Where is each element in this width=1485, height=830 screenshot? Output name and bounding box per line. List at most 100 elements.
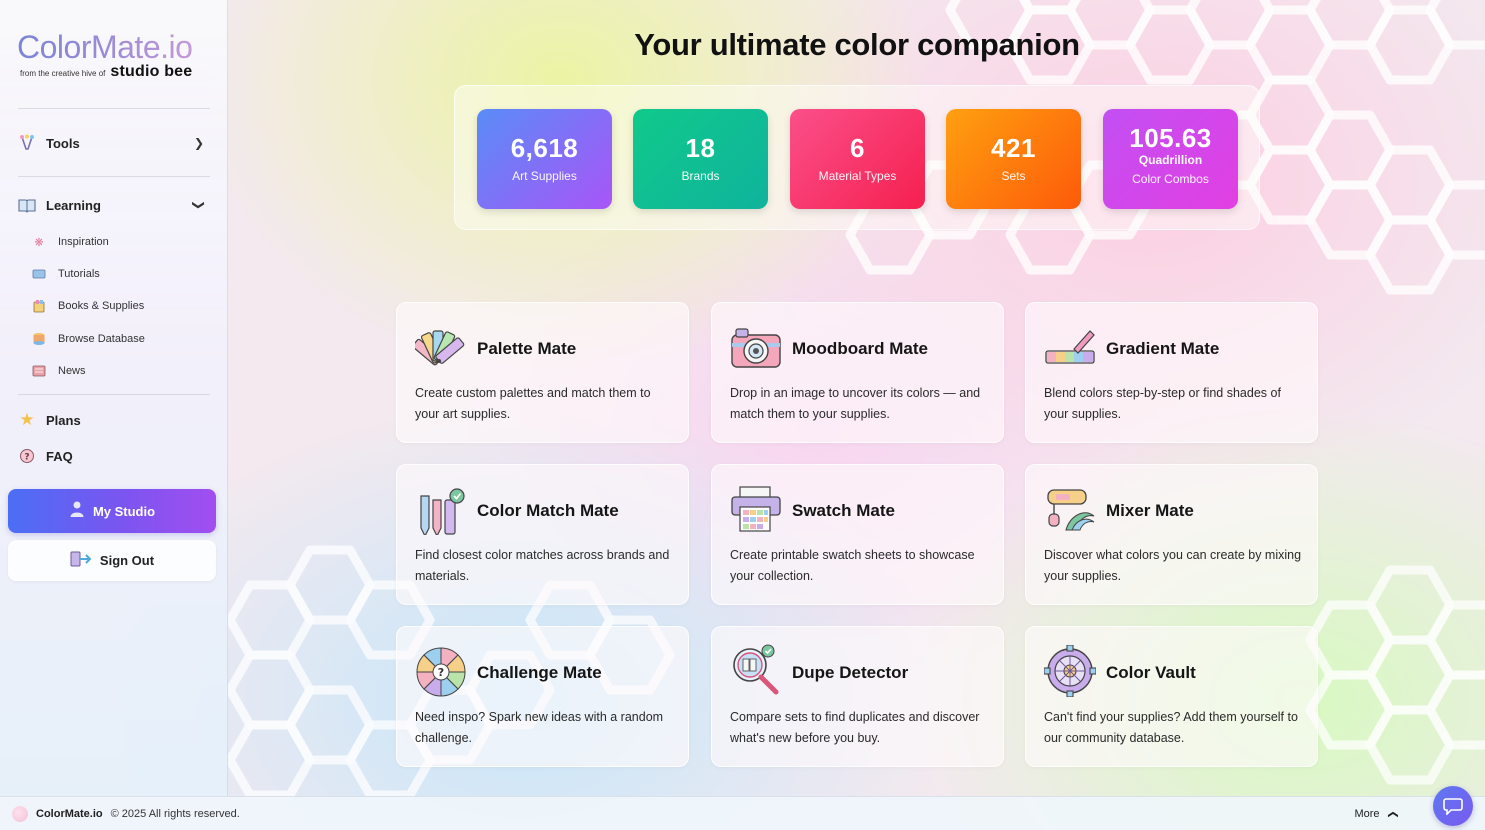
newspaper-icon xyxy=(32,364,46,378)
sidebar-item-tools[interactable]: Tools ❯ xyxy=(18,134,208,152)
sign-out-label: Sign Out xyxy=(99,553,155,568)
sidebar-subitem-news[interactable]: News xyxy=(32,364,86,378)
sidebar-subitem-label: News xyxy=(58,365,86,377)
stat-value: 421 xyxy=(991,133,1036,163)
user-icon xyxy=(69,500,85,522)
divider xyxy=(18,394,210,395)
card-title: Gradient Mate xyxy=(1106,339,1220,358)
camera-icon xyxy=(731,328,781,368)
open-book-icon xyxy=(18,196,36,214)
logo[interactable]: ColorMate.io from the creative hive of s… xyxy=(17,28,193,81)
card-description: Need inspo? Spark new ideas with a rando… xyxy=(415,710,664,745)
sign-out-icon xyxy=(70,551,92,571)
sidebar-subitem-books-supplies[interactable]: Books & Supplies xyxy=(32,299,144,313)
chat-button[interactable] xyxy=(1433,786,1473,826)
sign-out-button[interactable]: Sign Out xyxy=(8,540,216,581)
stat-color-combos: 105.63 Quadrillion Color Combos xyxy=(1103,109,1238,209)
logo-title: ColorMate.io xyxy=(17,29,193,65)
mixer-icon xyxy=(1047,489,1095,531)
stats-panel: 6,618 Art Supplies 18 Brands 6 Material … xyxy=(454,85,1260,230)
sidebar-item-label: FAQ xyxy=(46,448,73,464)
sidebar-item-learning[interactable]: Learning ❯ xyxy=(18,196,208,214)
card-mixer-mate[interactable]: Mixer Mate Discover what colors you can … xyxy=(1025,464,1318,605)
my-studio-label: My Studio xyxy=(92,503,156,519)
palette-fan-icon xyxy=(415,330,465,366)
card-description: Find closest color matches across brands… xyxy=(415,548,670,583)
database-icon xyxy=(32,332,46,346)
card-gradient-mate[interactable]: Gradient Mate Blend colors step-by-step … xyxy=(1025,302,1318,443)
stat-brands: 18 Brands xyxy=(633,109,768,209)
footer-more-label: More xyxy=(1354,807,1380,820)
stat-label: Brands xyxy=(681,169,720,183)
sidebar-item-label: Tools xyxy=(46,135,80,151)
stat-label: Sets xyxy=(1001,169,1026,183)
card-color-match-mate[interactable]: Color Match Mate Find closest color matc… xyxy=(396,464,689,605)
wheel-icon: ? xyxy=(416,647,466,697)
stat-value: 18 xyxy=(685,133,716,163)
footer-copyright: © 2025 All rights reserved. xyxy=(110,807,240,820)
divider xyxy=(18,108,210,109)
pencils-icon xyxy=(420,488,465,535)
chat-bubble-icon xyxy=(1443,798,1463,815)
card-title: Challenge Mate xyxy=(477,663,602,682)
brushes-icon xyxy=(18,134,36,152)
chevron-right-icon: ❯ xyxy=(193,136,204,150)
stat-sets: 421 Sets xyxy=(946,109,1081,209)
card-title: Swatch Mate xyxy=(792,501,895,520)
card-swatch-mate[interactable]: Swatch Mate Create printable swatch shee… xyxy=(711,464,1004,605)
question-bubble-icon: ? xyxy=(18,447,36,465)
stat-value: 6,618 xyxy=(510,133,579,163)
sidebar-subitem-label: Inspiration xyxy=(58,236,109,248)
card-color-vault[interactable]: Color Vault Can't find your supplies? Ad… xyxy=(1025,626,1318,767)
sidebar-subitem-tutorials[interactable]: Tutorials xyxy=(32,267,100,281)
chevron-up-icon: ❯ xyxy=(1387,809,1399,819)
star-icon: ★ xyxy=(19,410,35,429)
card-title: Palette Mate xyxy=(477,339,577,358)
sidebar-subitem-browse-database[interactable]: Browse Database xyxy=(32,332,145,346)
lightbulb-icon: ❋ xyxy=(34,236,44,249)
card-description: Create custom palettes and match them to… xyxy=(415,386,651,421)
stat-label: Color Combos xyxy=(1132,172,1209,186)
footer-logo-icon xyxy=(12,805,28,822)
footer: ColorMate.io © 2025 All rights reserved.… xyxy=(0,796,1485,830)
card-title: Dupe Detector xyxy=(792,663,909,682)
stat-value: 105.63 xyxy=(1129,123,1212,153)
stat-material-types: 6 Material Types xyxy=(790,109,925,209)
my-studio-button[interactable]: My Studio xyxy=(8,489,216,533)
sidebar-subitem-inspiration[interactable]: ❋ Inspiration xyxy=(32,235,109,249)
card-description: Can't find your supplies? Add them yours… xyxy=(1044,710,1298,745)
card-palette-mate[interactable]: Palette Mate Create custom palettes and … xyxy=(396,302,689,443)
printer-icon xyxy=(731,486,781,532)
sidebar-subitem-label: Tutorials xyxy=(58,268,100,280)
card-title: Moodboard Mate xyxy=(792,339,928,358)
sidebar-item-plans[interactable]: ★ Plans xyxy=(18,410,208,429)
card-description: Blend colors step-by-step or find shades… xyxy=(1044,386,1281,421)
footer-more-button[interactable]: More ❯ xyxy=(1354,807,1399,820)
sidebar: ColorMate.io from the creative hive of s… xyxy=(0,0,228,796)
vault-icon xyxy=(1044,645,1096,697)
stat-label: Art Supplies xyxy=(512,169,577,183)
stat-label: Material Types xyxy=(818,169,897,183)
card-description: Compare sets to find duplicates and disc… xyxy=(730,710,980,745)
card-dupe-detector[interactable]: Dupe Detector Compare sets to find dupli… xyxy=(711,626,1004,767)
sidebar-item-label: Plans xyxy=(46,412,81,428)
divider xyxy=(18,176,210,177)
card-challenge-mate[interactable]: ? Challenge Mate Need inspo? Spark new i… xyxy=(396,626,689,767)
sidebar-subitem-label: Books & Supplies xyxy=(58,300,145,312)
card-description: Drop in an image to uncover its colors —… xyxy=(730,386,981,421)
stat-value: 6 xyxy=(850,133,865,163)
card-description: Create printable swatch sheets to showca… xyxy=(730,548,975,583)
footer-brand: ColorMate.io xyxy=(36,807,103,820)
stat-unit: Quadrillion xyxy=(1138,153,1203,167)
magnifier-icon xyxy=(733,644,779,695)
card-title: Color Match Mate xyxy=(477,501,619,520)
sidebar-item-label: Learning xyxy=(46,197,101,213)
page-headline: Your ultimate color companion xyxy=(634,27,1080,62)
card-title: Color Vault xyxy=(1106,663,1196,682)
logo-studio-name: studio bee xyxy=(110,63,193,80)
chevron-down-icon: ❯ xyxy=(191,199,206,211)
gradient-brush-icon xyxy=(1045,330,1095,364)
sidebar-item-faq[interactable]: ? FAQ xyxy=(18,447,208,465)
card-moodboard-mate[interactable]: Moodboard Mate Drop in an image to uncov… xyxy=(711,302,1004,443)
svg-text:?: ? xyxy=(438,666,444,679)
